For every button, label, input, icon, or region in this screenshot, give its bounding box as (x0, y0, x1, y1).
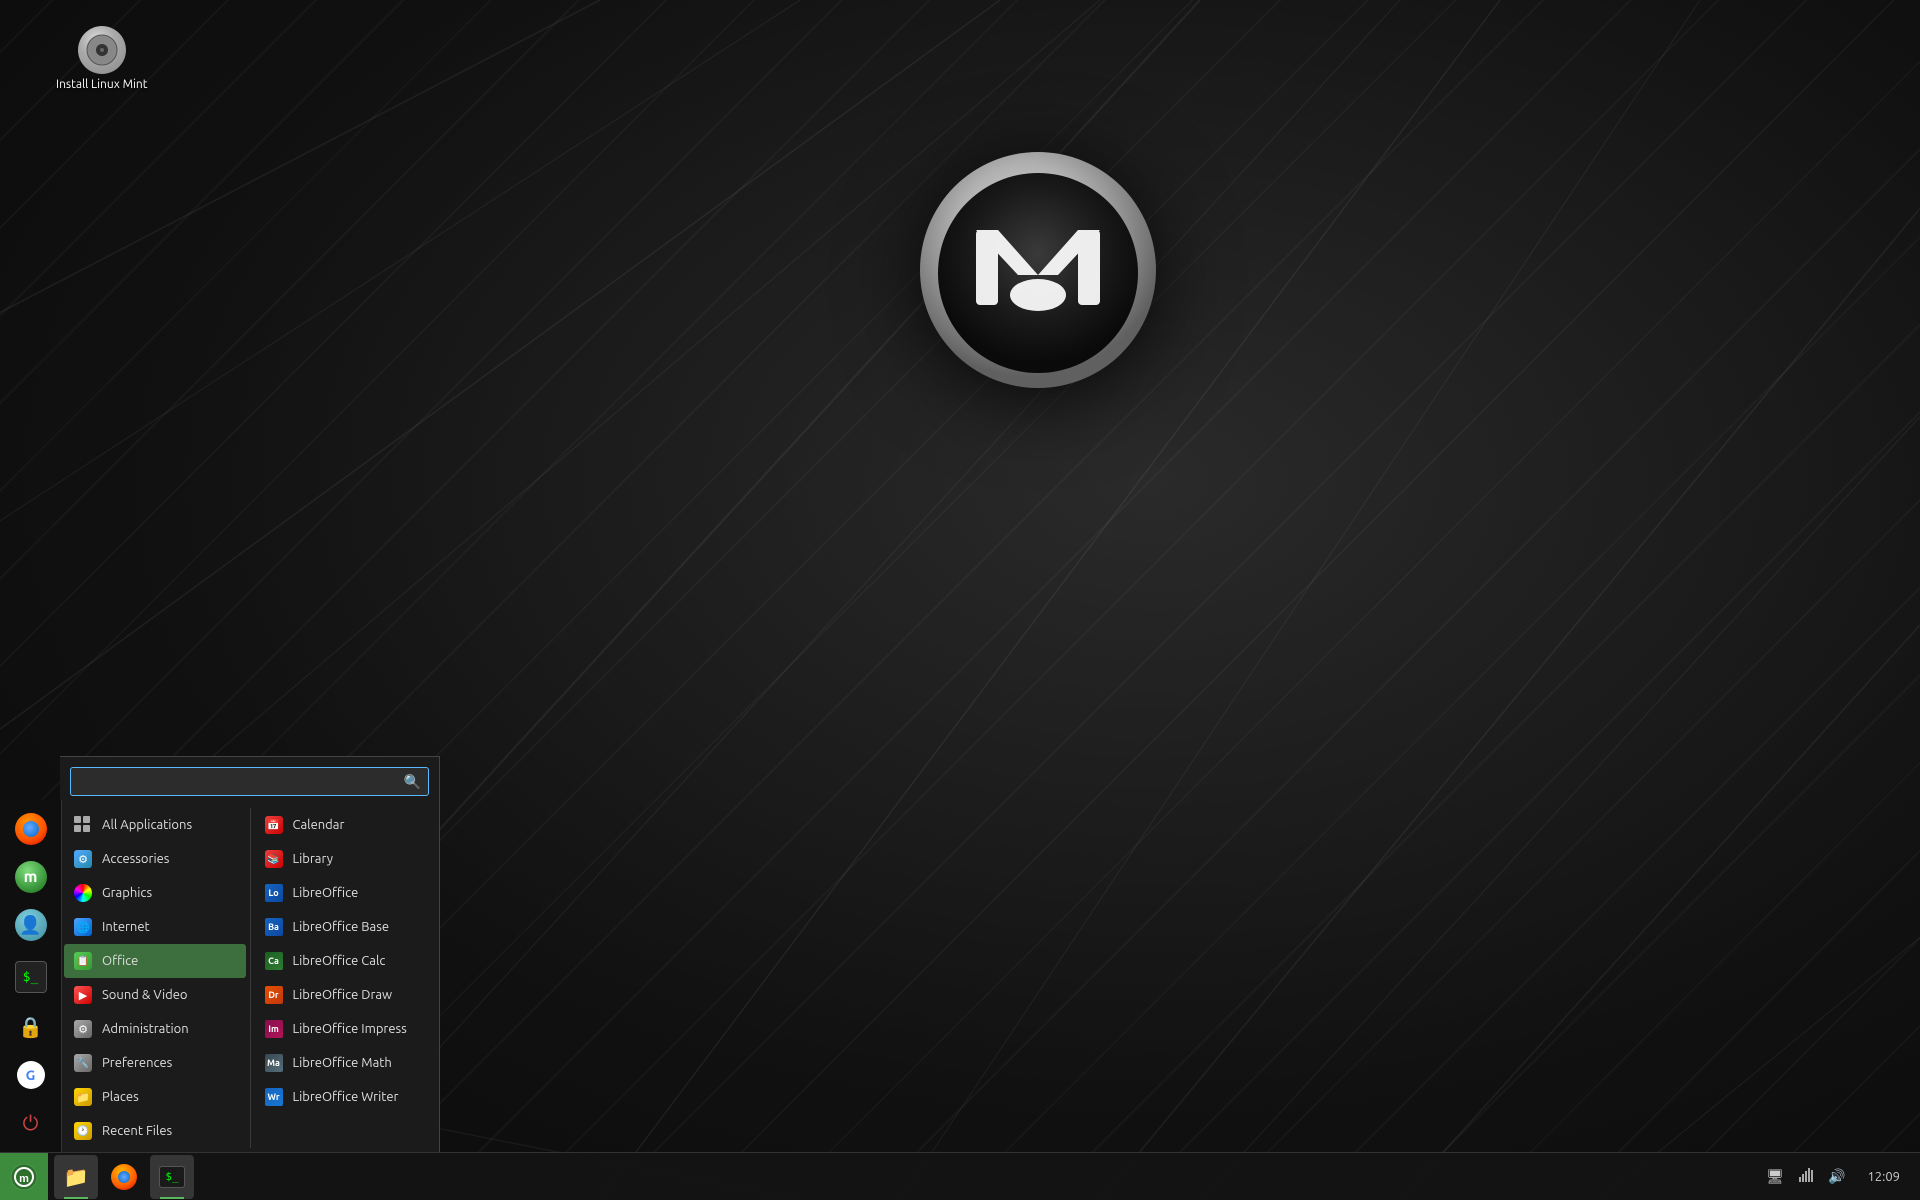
taskbar-clock: 12:09 (1855, 1170, 1912, 1184)
taskbar-tray: 🖥 🔊 12:09 (1754, 1163, 1920, 1190)
taskbar-pinned-apps: 📁 $_ (48, 1155, 200, 1199)
libreoffice-writer-icon: Wr (263, 1086, 285, 1108)
app-libreoffice-draw[interactable]: Dr LibreOffice Draw (255, 978, 436, 1012)
menu-internet[interactable]: 🌐 Internet (64, 910, 246, 944)
app-calendar[interactable]: 📅 Calendar (255, 808, 436, 842)
internet-label: Internet (102, 920, 150, 934)
menu-sound-video[interactable]: ▶ Sound & Video (64, 978, 246, 1012)
sidebar-lock-btn[interactable]: 🔒 (8, 1004, 54, 1050)
taskbar: m 📁 $_ 🖥 (0, 1152, 1920, 1200)
menu-graphics[interactable]: Graphics (64, 876, 246, 910)
libreoffice-calc-icon: Ca (263, 950, 285, 972)
all-apps-icon (72, 814, 94, 836)
libreoffice-math-icon: Ma (263, 1052, 285, 1074)
start-menu: 🔍 All Applications (60, 756, 440, 1152)
tray-network-icon[interactable] (1794, 1163, 1818, 1190)
mint-logo (908, 140, 1168, 400)
taskbar-start-button[interactable]: m (0, 1153, 48, 1200)
app-libreoffice[interactable]: Lo LibreOffice (255, 876, 436, 910)
menu-columns: All Applications ⚙ Accessories Graphics (60, 804, 439, 1152)
sidebar-mint-btn[interactable]: m (8, 854, 54, 900)
svg-text:m: m (19, 1173, 29, 1185)
menu-apps: 📅 Calendar 📚 Library Lo LibreOffi (250, 808, 440, 1148)
menu-administration[interactable]: ⚙ Administration (64, 1012, 246, 1046)
tray-sound-icon[interactable]: 🔊 (1824, 1164, 1849, 1189)
libreoffice-calc-label: LibreOffice Calc (293, 954, 386, 968)
libreoffice-icon: Lo (263, 882, 285, 904)
app-libreoffice-base[interactable]: Ba LibreOffice Base (255, 910, 436, 944)
recent-files-icon: 🕐 (72, 1120, 94, 1142)
menu-accessories[interactable]: ⚙ Accessories (64, 842, 246, 876)
menu-recent-files[interactable]: 🕐 Recent Files (64, 1114, 246, 1148)
app-libreoffice-writer[interactable]: Wr LibreOffice Writer (255, 1080, 436, 1114)
library-label: Library (293, 852, 333, 866)
libreoffice-draw-label: LibreOffice Draw (293, 988, 393, 1002)
libreoffice-draw-icon: Dr (263, 984, 285, 1006)
start-menu-sidebar: m 👤 $_ 🔒 G ⏻ (0, 800, 62, 1152)
menu-places[interactable]: 📁 Places (64, 1080, 246, 1114)
sound-video-icon: ▶ (72, 984, 94, 1006)
places-label: Places (102, 1090, 139, 1104)
libreoffice-impress-label: LibreOffice Impress (293, 1022, 407, 1036)
search-wrap: 🔍 (70, 767, 429, 796)
menu-categories: All Applications ⚙ Accessories Graphics (60, 808, 250, 1148)
app-libreoffice-impress[interactable]: Im LibreOffice Impress (255, 1012, 436, 1046)
calendar-icon: 📅 (263, 814, 285, 836)
app-library[interactable]: 📚 Library (255, 842, 436, 876)
app-libreoffice-math[interactable]: Ma LibreOffice Math (255, 1046, 436, 1080)
search-input[interactable] (70, 767, 429, 796)
accessories-icon: ⚙ (72, 848, 94, 870)
taskbar-firefox-btn[interactable] (102, 1155, 146, 1199)
menu-all-applications[interactable]: All Applications (64, 808, 246, 842)
menu-office[interactable]: 📋 Office (64, 944, 246, 978)
preferences-label: Preferences (102, 1056, 172, 1070)
office-icon: 📋 (72, 950, 94, 972)
recent-files-label: Recent Files (102, 1124, 172, 1138)
taskbar-files-btn[interactable]: 📁 (54, 1155, 98, 1199)
preferences-icon: 🔧 (72, 1052, 94, 1074)
install-mint-label: Install Linux Mint (56, 78, 147, 91)
libreoffice-label: LibreOffice (293, 886, 359, 900)
libreoffice-impress-icon: Im (263, 1018, 285, 1040)
administration-icon: ⚙ (72, 1018, 94, 1040)
internet-icon: 🌐 (72, 916, 94, 938)
calendar-label: Calendar (293, 818, 345, 832)
sidebar-contacts-btn[interactable]: 👤 (8, 902, 54, 948)
administration-label: Administration (102, 1022, 189, 1036)
taskbar-terminal-btn[interactable]: $_ (150, 1155, 194, 1199)
office-label: Office (102, 954, 138, 968)
library-icon: 📚 (263, 848, 285, 870)
search-area: 🔍 (60, 757, 439, 804)
desktop: Install Linux Mint m 👤 $_ 🔒 G (0, 0, 1920, 1200)
menu-preferences[interactable]: 🔧 Preferences (64, 1046, 246, 1080)
install-mint-icon[interactable]: Install Linux Mint (50, 20, 153, 97)
all-apps-label: All Applications (102, 818, 192, 832)
sidebar-search-btn[interactable]: G (8, 1052, 54, 1098)
libreoffice-base-label: LibreOffice Base (293, 920, 390, 934)
accessories-label: Accessories (102, 852, 169, 866)
sidebar-firefox-btn[interactable] (8, 806, 54, 852)
sidebar-power-btn[interactable]: ⏻ (8, 1100, 54, 1146)
search-icon[interactable]: 🔍 (404, 773, 421, 790)
tray-display-icon[interactable]: 🖥 (1762, 1164, 1788, 1189)
install-mint-icon-img (78, 26, 126, 74)
graphics-label: Graphics (102, 886, 152, 900)
app-libreoffice-calc[interactable]: Ca LibreOffice Calc (255, 944, 436, 978)
libreoffice-math-label: LibreOffice Math (293, 1056, 392, 1070)
graphics-icon (72, 882, 94, 904)
libreoffice-base-icon: Ba (263, 916, 285, 938)
places-icon: 📁 (72, 1086, 94, 1108)
libreoffice-writer-label: LibreOffice Writer (293, 1090, 399, 1104)
sidebar-terminal-btn[interactable]: $_ (8, 954, 54, 1000)
sound-video-label: Sound & Video (102, 988, 188, 1002)
